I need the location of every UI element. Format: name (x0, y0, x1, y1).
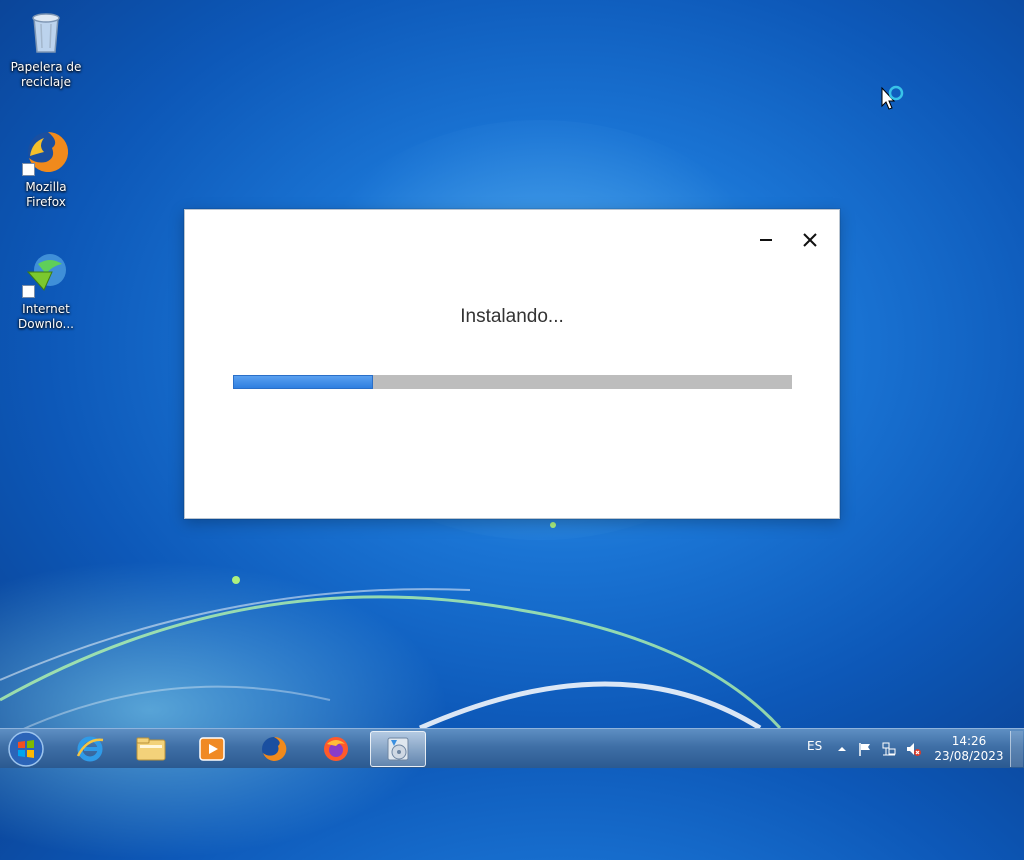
recycle-bin-icon (22, 8, 70, 56)
language-indicator[interactable]: ES (807, 739, 822, 753)
firefox-icon (262, 736, 287, 761)
install-progress-fill (233, 375, 373, 389)
taskbar-firefox-developer[interactable] (308, 731, 364, 767)
busy-cursor-icon (881, 85, 904, 110)
taskbar-file-explorer[interactable] (123, 731, 179, 767)
internet-download-manager-icon (22, 250, 70, 298)
close-button[interactable] (796, 228, 824, 252)
close-icon (803, 233, 817, 247)
chevron-up-icon[interactable] (834, 741, 850, 757)
internet-explorer-icon (76, 736, 104, 762)
volume-muted-icon[interactable] (905, 741, 921, 757)
installer-dialog: Instalando... (184, 209, 840, 519)
installer-icon (387, 737, 409, 761)
show-desktop-button[interactable] (1010, 731, 1023, 767)
desktop-icon-internet-download-manager[interactable]: Internet Downlo... (4, 250, 88, 332)
taskbar-internet-explorer[interactable] (62, 731, 118, 767)
taskbar-installer[interactable] (370, 731, 426, 767)
minimize-button[interactable] (752, 228, 780, 252)
desktop-icon-label: Internet Downlo... (18, 302, 74, 331)
desktop-icon-recycle-bin[interactable]: Papelera de reciclaje (4, 8, 88, 90)
install-status-text: Instalando... (460, 306, 564, 327)
media-player-icon (199, 737, 225, 761)
clock-time: 14:26 (951, 734, 987, 748)
firefox-new-icon (324, 737, 348, 761)
windows-start-orb-icon (8, 731, 44, 767)
desktop-icon-label: Mozilla Firefox (25, 180, 67, 209)
taskbar: ES 14:26 23/08/2023 (0, 728, 1024, 768)
taskbar-media-player[interactable] (184, 731, 240, 767)
system-clock[interactable]: 14:26 23/08/2023 (932, 734, 1006, 764)
desktop-icon-label: Papelera de reciclaje (10, 60, 82, 89)
clock-date: 23/08/2023 (934, 749, 1004, 763)
firefox-icon (22, 128, 70, 176)
folder-icon (136, 737, 166, 761)
shortcut-arrow-icon (22, 163, 35, 176)
taskbar-firefox[interactable] (246, 731, 302, 767)
shortcut-arrow-icon (22, 285, 35, 298)
network-icon[interactable] (881, 741, 897, 757)
action-center-flag-icon[interactable] (857, 741, 873, 757)
start-button[interactable] (6, 730, 46, 768)
desktop-icon-firefox[interactable]: Mozilla Firefox (4, 128, 88, 210)
install-progress-bar (233, 375, 792, 389)
minimize-icon (760, 239, 772, 241)
